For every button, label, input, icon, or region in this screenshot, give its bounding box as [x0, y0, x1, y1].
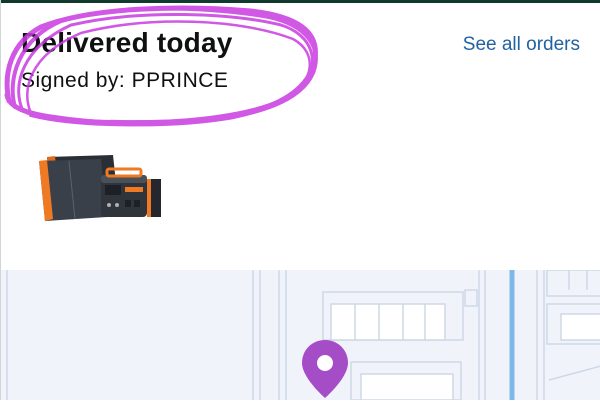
product-image: [39, 155, 161, 221]
delivery-status-title: Delivered today: [21, 27, 233, 58]
highlight-scribble: [4, 5, 318, 127]
delivery-screen: Delivered today Signed by: PPRINCE See a…: [0, 0, 600, 401]
see-all-orders-link[interactable]: See all orders: [463, 34, 580, 56]
delivery-card: Delivered today Signed by: PPRINCE See a…: [1, 3, 600, 270]
signed-by-text: Signed by: PPRINCE: [21, 69, 229, 92]
location-pin-icon[interactable]: [299, 338, 351, 400]
